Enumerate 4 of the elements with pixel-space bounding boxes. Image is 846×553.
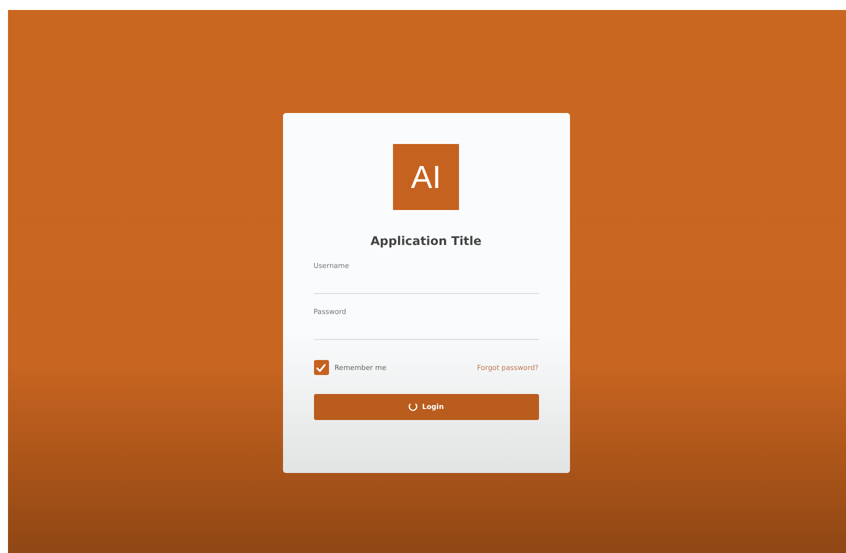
app-title: Application Title (370, 234, 482, 248)
checkbox[interactable] (314, 360, 328, 375)
logo: AI (393, 144, 459, 210)
spinner-icon (408, 402, 418, 412)
